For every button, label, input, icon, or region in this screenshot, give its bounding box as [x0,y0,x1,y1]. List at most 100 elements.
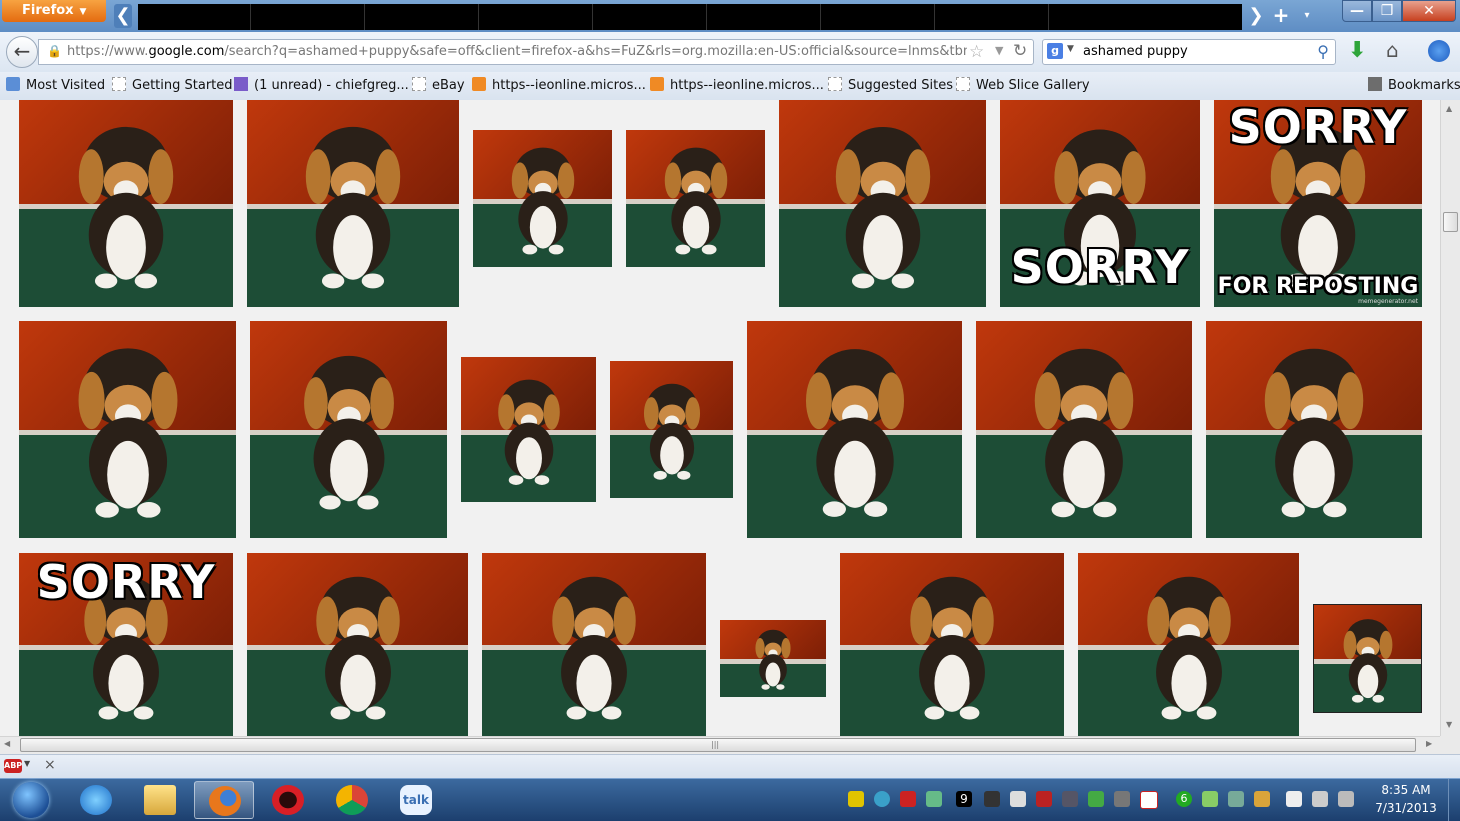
image-result[interactable] [247,553,468,736]
navigation-toolbar: ← 🔒 https://www.google.com/search?q=asha… [0,32,1460,73]
bookmark-ieonline-1[interactable]: https--ieonline.micros... [472,77,646,95]
taskbar-chrome[interactable] [322,781,382,819]
tray-shield-icon[interactable] [1036,791,1052,807]
puppy-icon [910,576,994,720]
url-history-dropdown-icon[interactable]: ▼ [995,44,1003,57]
address-bar[interactable]: 🔒 https://www.google.com/search?q=ashame… [38,39,1034,65]
tab-separator [364,4,365,30]
home-icon[interactable]: ⌂ [1386,38,1399,62]
scroll-left-arrow-icon[interactable]: ◀ [4,739,10,748]
horizontal-scroll-thumb[interactable]: ||| [20,738,1416,752]
image-result[interactable] [482,553,706,736]
search-input[interactable]: ashamed puppy [1083,44,1188,59]
tray-swirl-icon[interactable] [926,791,942,807]
tray-app2-icon[interactable] [1202,791,1218,807]
image-result-sorry-meme[interactable]: SORRY [1000,100,1200,307]
vertical-scrollbar[interactable]: ▲ ▼ [1440,100,1460,736]
signal-icon[interactable] [1338,791,1354,807]
image-result[interactable] [250,321,447,538]
image-result[interactable] [840,553,1064,736]
url-text[interactable]: https://www.google.com/search?q=ashamed+… [67,44,967,62]
image-result[interactable] [19,100,233,307]
puppy-icon [78,348,177,519]
bookmark-mail[interactable]: (1 unread) - chiefgreg... [234,77,409,95]
start-button[interactable] [4,780,58,820]
scroll-right-arrow-icon[interactable]: ▶ [1426,739,1432,748]
tray-device-icon[interactable] [1114,791,1130,807]
image-result[interactable] [976,321,1192,538]
reload-icon[interactable]: ↻ [1013,41,1027,61]
image-result[interactable] [473,130,612,267]
bookmark-ebay[interactable]: eBay [412,77,465,95]
scroll-up-arrow-icon[interactable]: ▲ [1446,104,1452,113]
adblock-plus-icon[interactable]: ABP [4,759,22,773]
bookmarks-menu-button[interactable]: Bookmarks [1368,77,1460,95]
tray-globe-icon[interactable] [874,791,890,807]
bookmark-suggested-sites[interactable]: Suggested Sites [828,77,953,95]
search-engine-dropdown-icon[interactable]: ▼ [1067,44,1074,54]
tray-app3-icon[interactable] [1228,791,1244,807]
tab-scroll-right-button[interactable]: ❯ [1246,4,1266,28]
list-all-tabs-button[interactable]: ▾ [1298,4,1316,28]
image-result-sorry-reposting-meme[interactable]: SORRY FOR REPOSTING memegenerator.net [1214,100,1422,307]
taskbar-opera[interactable] [258,781,318,819]
image-result[interactable] [626,130,765,267]
image-result[interactable] [1206,321,1422,538]
close-addon-bar-button[interactable]: × [44,757,56,773]
image-result[interactable] [747,321,962,538]
google-g-icon[interactable]: g [1047,43,1063,59]
image-result[interactable] [1078,553,1299,736]
image-result[interactable] [247,100,459,307]
tab-scroll-left-button[interactable]: ❮ [114,4,132,28]
taskbar-internet-explorer[interactable] [66,781,126,819]
tray-sync-icon[interactable] [1088,791,1104,807]
power-icon[interactable] [1312,791,1328,807]
bookmark-star-icon[interactable]: ☆ [969,42,984,62]
tray-monitor-icon[interactable] [984,791,1000,807]
image-result[interactable] [1313,604,1422,713]
bookmark-ieonline-2[interactable]: https--ieonline.micros... [650,77,824,95]
bookmark-web-slice-gallery[interactable]: Web Slice Gallery [956,77,1090,95]
scroll-down-arrow-icon[interactable]: ▼ [1446,720,1452,729]
puppy-icon [664,147,727,255]
tray-gift-icon[interactable] [900,791,916,807]
tray-app4-icon[interactable] [1254,791,1270,807]
back-button[interactable]: ← [6,36,38,68]
tray-app-icon[interactable] [848,791,864,807]
action-center-flag-icon[interactable] [1286,791,1302,807]
clock-date[interactable]: 7/31/2013 [1370,801,1442,815]
addon-globe-icon[interactable] [1428,40,1450,62]
search-bar[interactable]: g ▼ ashamed puppy ⚲ [1042,39,1336,65]
image-result[interactable] [461,357,596,502]
tray-network-icon[interactable] [1062,791,1078,807]
bookmark-most-visited[interactable]: Most Visited [6,77,105,95]
taskbar-google-talk[interactable]: talk [386,781,446,819]
clock-time[interactable]: 8:35 AM [1370,783,1442,797]
image-result[interactable] [19,321,236,538]
vertical-scroll-thumb[interactable] [1443,212,1458,232]
taskbar-windows-explorer[interactable] [130,781,190,819]
close-window-button[interactable]: ✕ [1402,0,1456,22]
download-icon[interactable]: ⬇ [1348,38,1366,63]
tray-badge-icon[interactable]: 9 [956,791,972,807]
puppy-icon [78,126,174,288]
image-result-sorry-meme[interactable]: SORRY [19,553,233,736]
image-result[interactable] [610,361,733,498]
volume-icon[interactable] [1010,791,1026,807]
search-icon[interactable]: ⚲ [1317,42,1329,61]
maximize-button[interactable]: ❒ [1372,0,1402,22]
firefox-menu-button[interactable]: Firefox ▼ [2,0,106,22]
tray-close-icon[interactable] [1140,791,1158,809]
windows-taskbar: talk 9 6 8:35 AM 7/31/2013 [0,778,1460,821]
puppy-icon [1343,618,1392,703]
taskbar-firefox[interactable] [194,781,254,819]
tray-six-icon[interactable]: 6 [1176,791,1192,807]
new-tab-button[interactable]: + [1270,4,1292,28]
minimize-button[interactable]: — [1342,0,1372,22]
bookmark-getting-started[interactable]: Getting Started [112,77,233,95]
show-desktop-button[interactable] [1448,779,1460,821]
image-result[interactable] [779,100,986,307]
chevron-down-icon[interactable]: ▼ [24,759,30,768]
horizontal-scrollbar[interactable]: ◀ ||| ▶ [0,736,1440,754]
image-result[interactable] [720,620,826,697]
